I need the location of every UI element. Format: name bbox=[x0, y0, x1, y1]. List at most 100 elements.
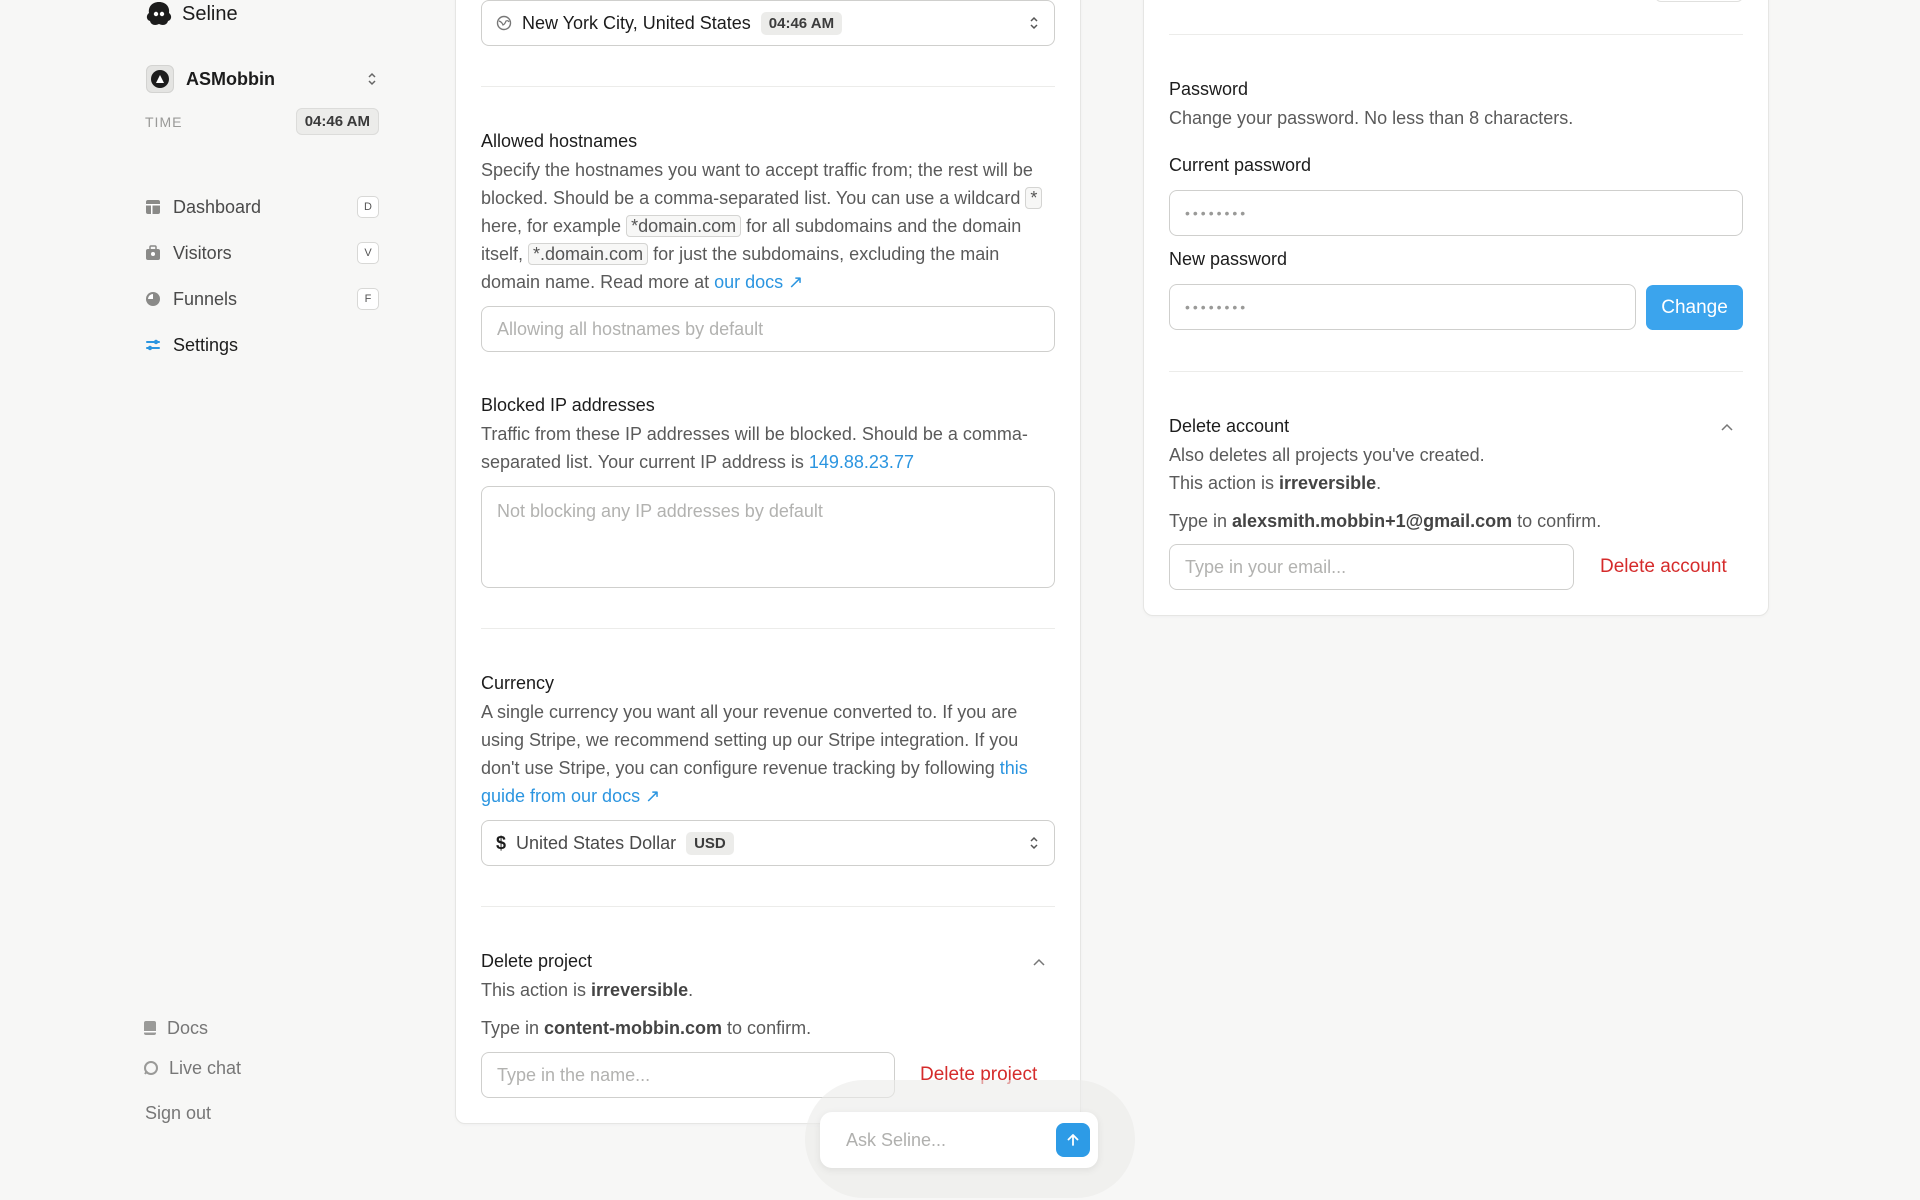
dollar-icon: $ bbox=[496, 832, 507, 853]
desc-text: . bbox=[1376, 473, 1382, 493]
time-row: TIME 04:46 AM bbox=[145, 108, 379, 135]
brand[interactable]: Seline bbox=[144, 0, 238, 28]
chat-icon bbox=[144, 1061, 158, 1075]
settings-icon bbox=[146, 339, 160, 351]
live-chat-link[interactable]: Live chat bbox=[143, 1048, 383, 1088]
password-mask: •••••••• bbox=[1185, 299, 1249, 315]
docs-link[interactable]: Docs bbox=[143, 1008, 383, 1048]
funnels-icon bbox=[146, 292, 160, 306]
docs-label: Docs bbox=[167, 1017, 209, 1038]
delete-account-title: Delete account bbox=[1169, 416, 1290, 436]
sidebar-item-visitors[interactable]: Visitors V bbox=[145, 230, 379, 276]
globe-icon bbox=[496, 15, 512, 31]
book-icon bbox=[144, 1021, 156, 1035]
hostnames-title: Allowed hostnames bbox=[481, 131, 638, 151]
currency-value: United States Dollar bbox=[516, 832, 677, 853]
shortcut-badge: V bbox=[357, 242, 379, 264]
delete-account-button[interactable]: Delete account bbox=[1600, 556, 1727, 578]
blocked-ips-textarea[interactable]: Not blocking any IP addresses by default bbox=[481, 486, 1055, 588]
time-value: 04:46 AM bbox=[295, 108, 379, 135]
current-ip-link[interactable]: 149.88.23.77 bbox=[809, 452, 914, 472]
desc-text: to confirm. bbox=[1512, 511, 1602, 531]
dashboard-icon bbox=[146, 200, 160, 214]
sidebar-item-funnels[interactable]: Funnels F bbox=[145, 276, 379, 322]
send-button[interactable] bbox=[1056, 1123, 1090, 1157]
brand-name: Seline bbox=[182, 2, 238, 25]
chevron-up-down-icon bbox=[1028, 15, 1040, 31]
docs-link[interactable]: our docs ↗ bbox=[714, 272, 803, 292]
currency-select[interactable]: $ United States Dollar USD bbox=[481, 820, 1055, 866]
sidebar-item-settings[interactable]: Settings bbox=[145, 322, 379, 368]
timezone-select[interactable]: New York City, United States 04:46 AM bbox=[481, 0, 1055, 46]
example-code: *.domain.com bbox=[528, 243, 649, 265]
divider bbox=[481, 628, 1055, 629]
shortcut-badge: D bbox=[357, 196, 379, 218]
sidebar-item-label: Funnels bbox=[173, 288, 238, 309]
sidebar-footer: Docs Live chat Sign out bbox=[143, 1008, 383, 1138]
desc-text: Type in bbox=[481, 1018, 545, 1038]
ask-seline-bar[interactable]: Ask Seline... bbox=[820, 1112, 1098, 1168]
desc-text: This action is bbox=[1169, 473, 1280, 493]
divider bbox=[481, 86, 1055, 87]
delete-project-title: Delete project bbox=[481, 951, 593, 971]
sidebar-nav: Dashboard D Visitors V Funnels F Setting… bbox=[145, 184, 379, 368]
wildcard-code: * bbox=[1025, 187, 1043, 209]
chevron-up-icon[interactable] bbox=[1720, 419, 1734, 435]
hostnames-input[interactable]: Allowing all hostnames by default bbox=[481, 306, 1055, 352]
timezone-value: New York City, United States bbox=[522, 12, 751, 33]
sign-out-link[interactable]: Sign out bbox=[143, 1088, 383, 1138]
password-description: Change your password. No less than 8 cha… bbox=[1169, 108, 1574, 128]
divider bbox=[1169, 34, 1743, 35]
seline-logo-icon bbox=[146, 2, 172, 25]
example-code: *domain.com bbox=[626, 215, 742, 237]
hostnames-desc-text: Specify the hostnames you want to accept… bbox=[481, 160, 1033, 208]
delete-account-confirm-text: Type in alexsmith.mobbin+1@gmail.com to … bbox=[1169, 507, 1601, 535]
delete-account-irreversible: This action is irreversible. bbox=[1169, 469, 1381, 497]
live-chat-label: Live chat bbox=[169, 1057, 242, 1078]
divider bbox=[481, 906, 1055, 907]
chevron-up-icon[interactable] bbox=[1032, 954, 1046, 970]
currency-desc-text: A single currency you want all your reve… bbox=[481, 702, 1019, 778]
currency-title: Currency bbox=[481, 673, 555, 693]
sidebar-item-dashboard[interactable]: Dashboard D bbox=[145, 184, 379, 230]
chevron-up-down-icon bbox=[366, 71, 378, 87]
collapsed-control bbox=[1655, 0, 1743, 2]
sidebar: Seline ASMobbin TIME 04:46 AM Dashboard … bbox=[0, 0, 400, 1200]
delete-project-description: This action is irreversible. bbox=[481, 976, 693, 1004]
irreversible-text: irreversible bbox=[1279, 473, 1377, 493]
project-name: ASMobbin bbox=[186, 68, 275, 89]
triangle-icon bbox=[156, 75, 164, 83]
project-domain-text: content-mobbin.com bbox=[544, 1018, 723, 1038]
account-email-text: alexsmith.mobbin+1@gmail.com bbox=[1232, 511, 1513, 531]
desc-text: to confirm. bbox=[722, 1018, 812, 1038]
timezone-time-badge: 04:46 AM bbox=[760, 11, 843, 35]
current-password-input[interactable]: •••••••• bbox=[1169, 190, 1743, 236]
desc-text: . bbox=[688, 980, 694, 1000]
project-switcher[interactable]: ASMobbin bbox=[146, 64, 378, 94]
delete-account-email-input[interactable]: Type in your email... bbox=[1169, 544, 1574, 590]
blocked-ips-title: Blocked IP addresses bbox=[481, 395, 655, 415]
ask-seline-input[interactable]: Ask Seline... bbox=[846, 1130, 1056, 1151]
hostnames-description: Specify the hostnames you want to accept… bbox=[481, 156, 1055, 296]
delete-project-confirm-text: Type in content-mobbin.com to confirm. bbox=[481, 1014, 811, 1042]
password-title: Password bbox=[1169, 79, 1249, 99]
project-avatar bbox=[146, 65, 174, 93]
blocked-ips-description: Traffic from these IP addresses will be … bbox=[481, 420, 1055, 476]
change-password-button[interactable]: Change bbox=[1646, 285, 1743, 330]
divider bbox=[1169, 371, 1743, 372]
sidebar-item-label: Visitors bbox=[173, 242, 232, 263]
password-mask: •••••••• bbox=[1185, 205, 1249, 221]
currency-code-badge: USD bbox=[686, 831, 734, 855]
sidebar-item-label: Dashboard bbox=[173, 196, 262, 217]
shortcut-badge: F bbox=[357, 288, 379, 310]
new-password-label: New password bbox=[1169, 249, 1288, 269]
irreversible-text: irreversible bbox=[591, 980, 689, 1000]
currency-description: A single currency you want all your reve… bbox=[481, 698, 1055, 810]
desc-text: Type in bbox=[1169, 511, 1233, 531]
visitors-icon bbox=[146, 245, 160, 260]
blocked-ips-desc-text: Traffic from these IP addresses will be … bbox=[481, 424, 1028, 472]
chevron-up-down-icon bbox=[1028, 835, 1040, 851]
new-password-input[interactable]: •••••••• bbox=[1169, 284, 1636, 330]
hostnames-desc-text: here, for example bbox=[481, 216, 627, 236]
delete-account-description: Also deletes all projects you've created… bbox=[1169, 445, 1485, 465]
